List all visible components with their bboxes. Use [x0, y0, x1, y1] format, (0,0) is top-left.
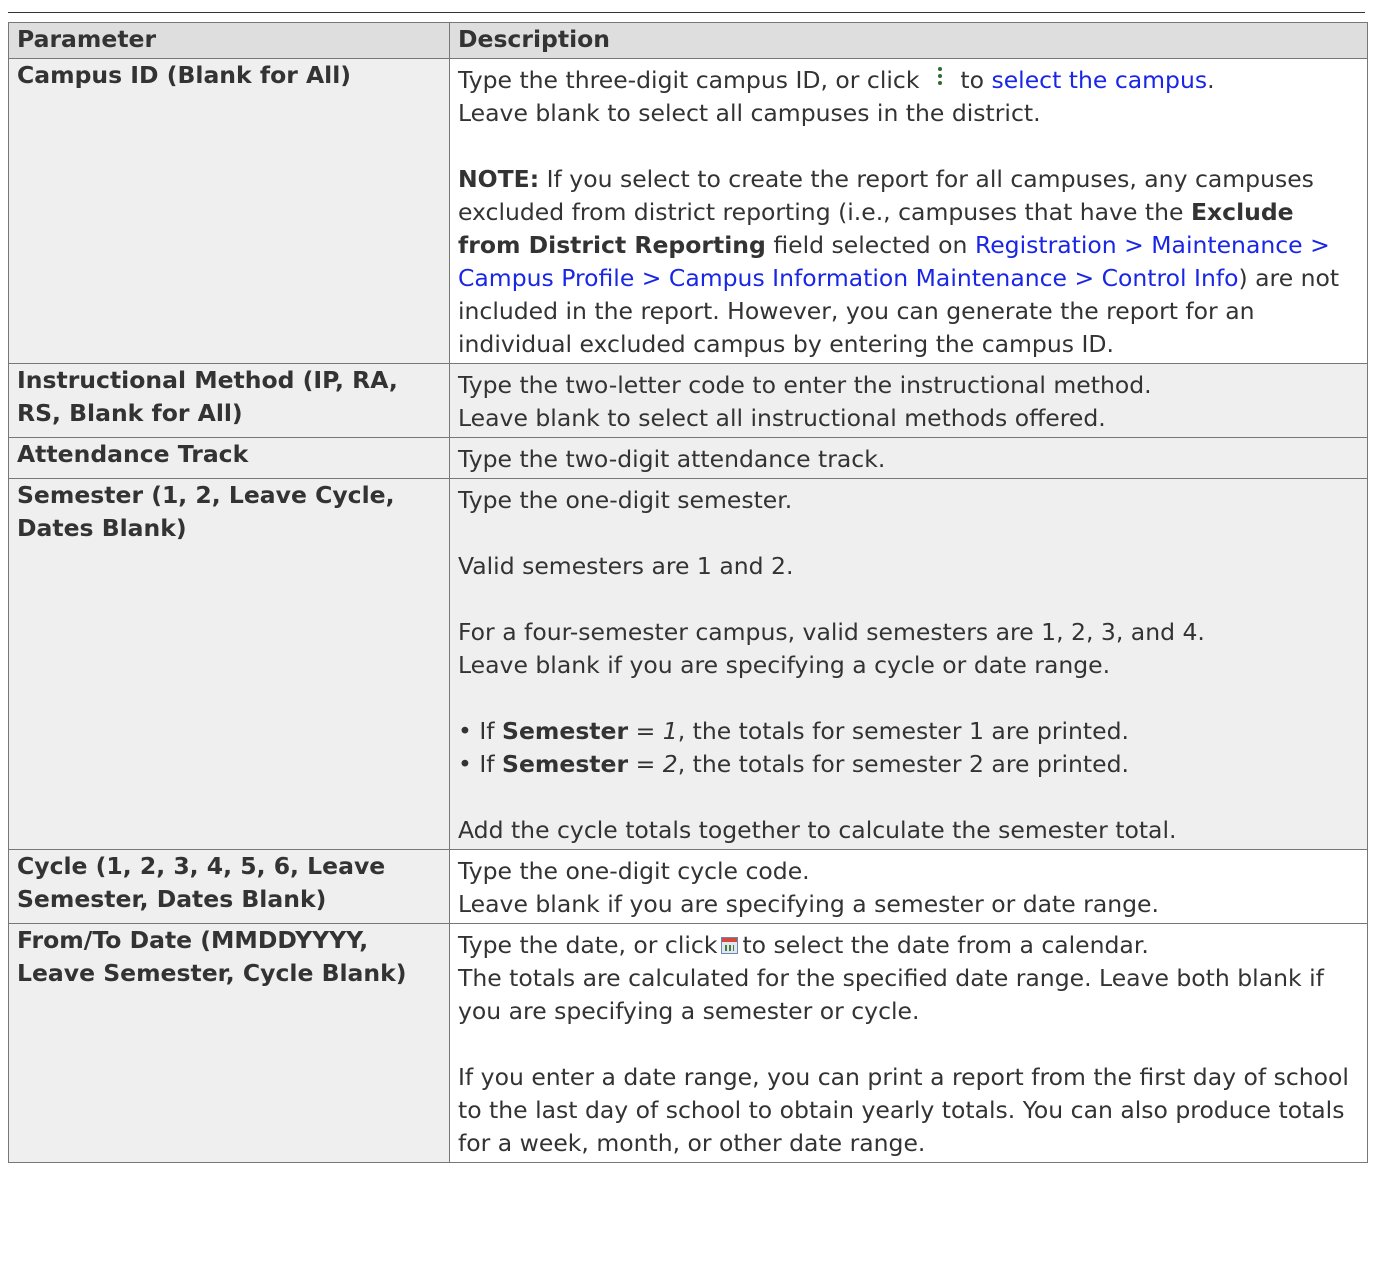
bullet-1-prefix: • If: [458, 717, 495, 745]
parameter-table: Parameter Description Campus ID (Blank f…: [8, 22, 1368, 1163]
table-header-row: Parameter Description: [8, 22, 1368, 59]
campus-text-3: .: [1207, 66, 1215, 94]
param-semester: Semester (1, 2, Leave Cycle, Dates Blank…: [8, 478, 450, 850]
bullet-1-value: 1: [662, 717, 678, 745]
table-row-cycle: Cycle (1, 2, 3, 4, 5, 6, Leave Semester,…: [8, 849, 1368, 924]
campus-text-1: Type the three-digit campus ID, or click: [458, 66, 920, 94]
dates-text-2: to select the date from a calendar.: [742, 931, 1149, 959]
campus-note: NOTE: If you select to create the report…: [458, 163, 1359, 361]
semester-line-2: Valid semesters are 1 and 2.: [458, 552, 794, 580]
bullet-2-field: Semester: [502, 750, 629, 778]
bullet-2-value: 2: [662, 750, 678, 778]
table-row-from-to-date: From/To Date (MMDDYYYY, Leave Semester, …: [8, 923, 1368, 1163]
note-text-1: If you select to create the report for a…: [458, 165, 1314, 226]
semester-line-4: Leave blank if you are specifying a cycl…: [458, 651, 1111, 679]
vertical-dots-icon: [927, 64, 953, 90]
note-text-2: field selected on: [773, 231, 968, 259]
semester-line-3: For a four-semester campus, valid semest…: [458, 618, 1205, 646]
param-from-to-date: From/To Date (MMDDYYYY, Leave Semester, …: [8, 923, 450, 1163]
table-row-instructional-method: Instructional Method (IP, RA, RS, Blank …: [8, 363, 1368, 438]
param-instructional-method: Instructional Method (IP, RA, RS, Blank …: [8, 363, 450, 438]
cycle-line-1: Type the one-digit cycle code.: [458, 857, 810, 885]
semester-line-1: Type the one-digit semester.: [458, 486, 793, 514]
table-row-semester: Semester (1, 2, Leave Cycle, Dates Blank…: [8, 478, 1368, 850]
param-attendance-track: Attendance Track: [8, 437, 450, 479]
campus-text-4: Leave blank to select all campuses in th…: [458, 99, 1041, 127]
campus-text-2: to: [960, 66, 984, 94]
cycle-line-2: Leave blank if you are specifying a seme…: [458, 890, 1159, 918]
param-campus-id: Campus ID (Blank for All): [8, 58, 450, 364]
calendar-icon[interactable]: [721, 937, 739, 954]
desc-attendance-track: Type the two-digit attendance track.: [449, 437, 1368, 479]
top-rule: [8, 12, 1365, 13]
bullet-2-equals: =: [635, 750, 656, 778]
table-row-attendance-track: Attendance Track Type the two-digit atte…: [8, 437, 1368, 479]
table-row-campus-id: Campus ID (Blank for All) Type the three…: [8, 58, 1368, 364]
desc-semester: Type the one-digit semester. Valid semes…: [449, 478, 1368, 850]
desc-campus-id: Type the three-digit campus ID, or click…: [449, 58, 1368, 364]
column-header-parameter: Parameter: [8, 22, 450, 59]
bullet-2-text: , the totals for semester 2 are printed.: [677, 750, 1129, 778]
bullet-2-prefix: • If: [458, 750, 495, 778]
semester-bullet-2: • If Semester = 2, the totals for semest…: [458, 748, 1359, 781]
desc-instructional-method: Type the two-letter code to enter the in…: [449, 363, 1368, 438]
semester-bullet-1: • If Semester = 1, the totals for semest…: [458, 715, 1359, 748]
semester-line-5: Add the cycle totals together to calcula…: [458, 816, 1177, 844]
dates-text-1: Type the date, or click: [458, 931, 718, 959]
column-header-description: Description: [449, 22, 1368, 59]
bullet-1-field: Semester: [502, 717, 629, 745]
bullet-1-equals: =: [635, 717, 656, 745]
desc-cycle: Type the one-digit cycle code. Leave bla…: [449, 849, 1368, 924]
note-label: NOTE:: [458, 165, 540, 193]
dates-text-3: The totals are calculated for the specif…: [458, 964, 1324, 1025]
dates-text-4: If you enter a date range, you can print…: [458, 1063, 1349, 1157]
method-line-1: Type the two-letter code to enter the in…: [458, 371, 1152, 399]
method-line-2: Leave blank to select all instructional …: [458, 404, 1106, 432]
param-cycle: Cycle (1, 2, 3, 4, 5, 6, Leave Semester,…: [8, 849, 450, 924]
desc-from-to-date: Type the date, or click to select the dat…: [449, 923, 1368, 1163]
select-campus-link[interactable]: select the campus: [991, 66, 1207, 94]
bullet-1-text: , the totals for semester 1 are printed.: [677, 717, 1129, 745]
